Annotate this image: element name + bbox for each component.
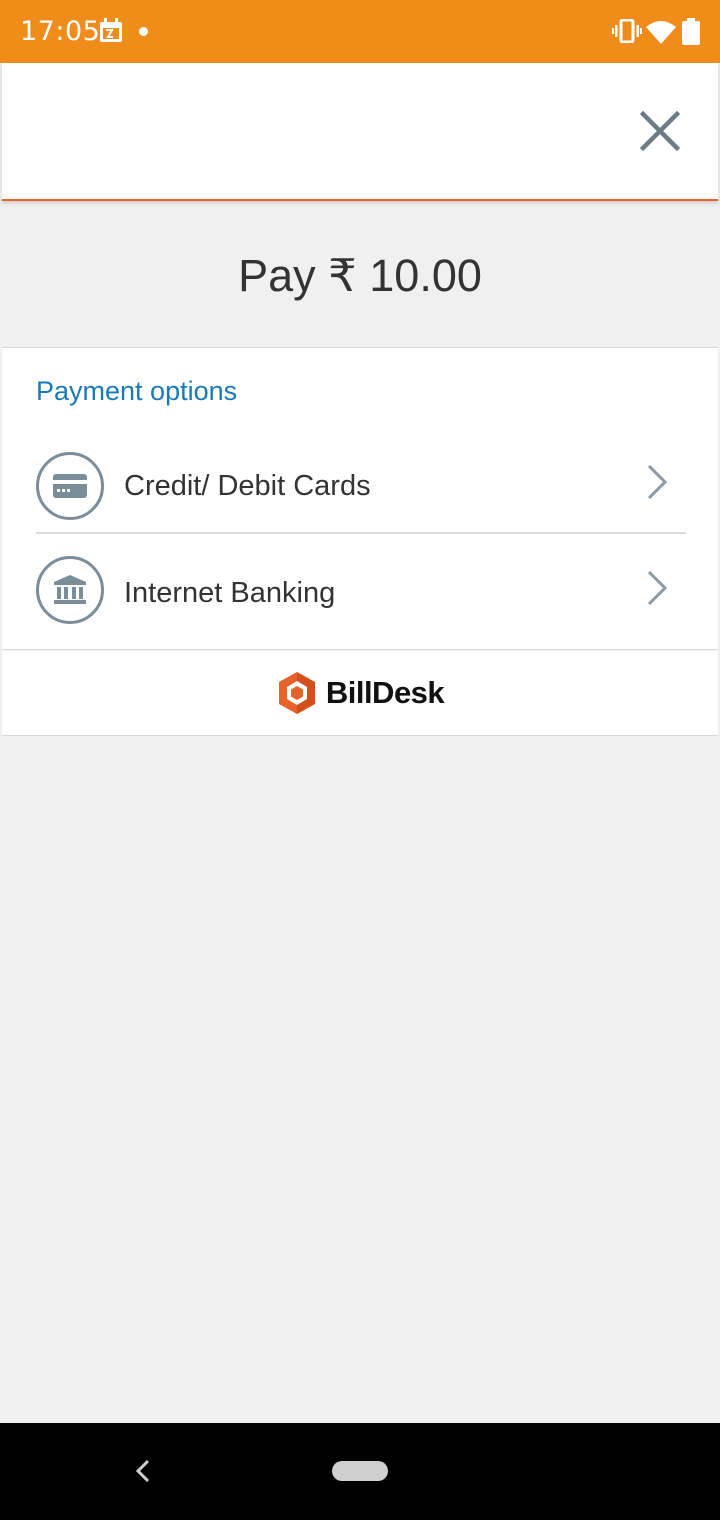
header-bar [2, 63, 718, 201]
option-internet-banking[interactable]: Internet Banking [36, 542, 686, 642]
system-nav-bar [0, 1423, 720, 1520]
nav-back-button[interactable] [130, 1453, 158, 1494]
payment-options-title: Payment options [36, 376, 238, 406]
payment-webview: Pay ₹ 10.00 Payment options Credit/ Debi… [2, 63, 718, 1423]
status-bar: 17:05 [0, 0, 720, 63]
credit-card-icon [36, 452, 104, 520]
billdesk-hexagon-icon [278, 672, 315, 714]
vibrate-icon [612, 18, 642, 48]
billdesk-branding: BillDesk [2, 651, 718, 736]
nav-home-pill[interactable] [332, 1461, 388, 1481]
option-label: Credit/ Debit Cards [124, 470, 371, 502]
chevron-right-icon [646, 570, 668, 611]
close-icon [640, 111, 680, 151]
calendar-notification-icon [98, 18, 126, 49]
status-time: 17:05 [20, 16, 101, 47]
wifi-icon [646, 20, 676, 49]
back-chevron-icon [135, 1459, 150, 1483]
notification-dot-icon [139, 27, 148, 36]
close-button[interactable] [632, 103, 688, 159]
amount-section: Pay ₹ 10.00 [2, 203, 718, 347]
billdesk-logo: BillDesk [276, 670, 445, 716]
chevron-right-icon [646, 464, 668, 505]
option-credit-debit-cards[interactable]: Credit/ Debit Cards [36, 434, 686, 534]
option-label: Internet Banking [124, 577, 336, 609]
battery-icon [681, 18, 701, 50]
pay-amount: Pay ₹ 10.00 [238, 249, 482, 301]
payment-options-card: Payment options Credit/ Debit Cards Inte… [2, 347, 718, 650]
billdesk-brand-text: BillDesk [325, 675, 445, 710]
bank-icon [36, 556, 104, 624]
